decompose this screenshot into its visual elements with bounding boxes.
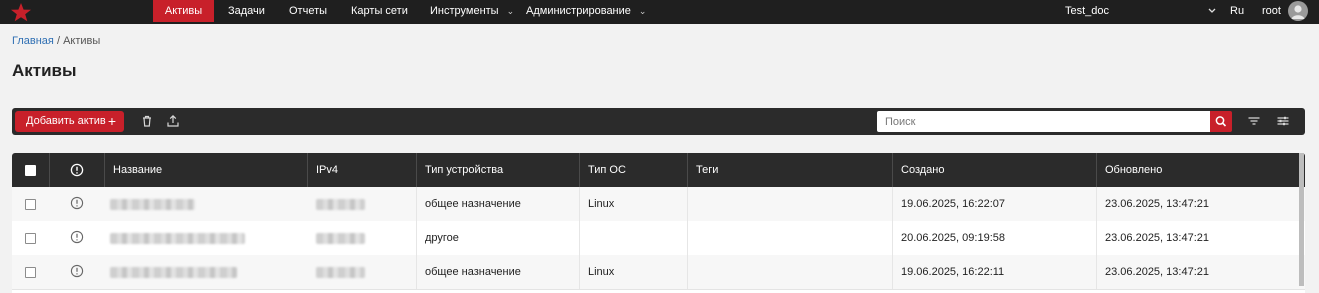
row-ipv4-cell <box>307 187 416 221</box>
row-os-cell: Linux <box>579 255 687 289</box>
user-avatar-icon <box>1291 5 1305 19</box>
page-title: Активы <box>12 61 77 80</box>
trash-icon[interactable] <box>140 114 154 128</box>
breadcrumb-current: Активы <box>63 35 101 47</box>
search-button[interactable] <box>1210 111 1232 132</box>
redacted-ip <box>316 199 365 210</box>
filter-icon[interactable] <box>1247 114 1261 128</box>
star-logo-icon[interactable] <box>10 2 32 22</box>
table-row[interactable]: другое 20.06.2025, 09:19:58 23.06.2025, … <box>12 221 1305 256</box>
chevron-down-icon: ⌄ <box>638 6 647 16</box>
row-device-type-cell: общее назначение <box>416 255 579 289</box>
column-header-status[interactable] <box>49 153 104 187</box>
add-asset-button[interactable]: Добавить актив + <box>15 111 124 132</box>
nav-item-reports[interactable]: Отчеты <box>289 0 327 22</box>
table-header: Название IPv4 Тип устройства Тип ОС Теги… <box>12 153 1305 187</box>
nav-item-label: Карты сети <box>351 5 408 17</box>
row-ipv4-cell <box>307 255 416 289</box>
column-header-device-type[interactable]: Тип устройства <box>416 153 579 187</box>
row-created-cell: 19.06.2025, 16:22:07 <box>892 187 1096 221</box>
add-asset-label: Добавить актив <box>26 115 106 127</box>
plus-icon: + <box>107 113 116 129</box>
column-header-ipv4[interactable]: IPv4 <box>307 153 416 187</box>
row-checkbox[interactable] <box>25 199 36 210</box>
redacted-ip <box>316 267 365 278</box>
alert-circle-icon <box>70 264 84 278</box>
redacted-name <box>110 233 245 244</box>
breadcrumb-home-link[interactable]: Главная <box>12 35 54 47</box>
row-tags-cell <box>687 255 892 289</box>
alert-circle-icon <box>70 163 84 177</box>
redacted-name <box>110 199 195 210</box>
search-icon <box>1215 116 1227 127</box>
nav-item-label: Отчеты <box>289 5 328 17</box>
row-updated-cell: 23.06.2025, 13:47:21 <box>1096 221 1305 255</box>
breadcrumb: Главная / Активы <box>12 35 100 47</box>
chevron-down-icon: ⌄ <box>506 6 515 16</box>
column-header-tags[interactable]: Теги <box>687 153 892 187</box>
row-os-cell: Linux <box>579 187 687 221</box>
row-status-cell <box>49 255 104 289</box>
row-name-cell[interactable] <box>104 221 307 255</box>
table-row[interactable]: общее назначение Linux 19.06.2025, 16:22… <box>12 187 1305 222</box>
column-header-updated[interactable]: Обновлено <box>1096 153 1305 187</box>
row-os-cell <box>579 221 687 255</box>
top-nav-bar: Активы Задачи Отчеты Карты сети Инструме… <box>0 0 1319 24</box>
nav-item-administration[interactable]: Администрирование ⌄ <box>526 0 646 22</box>
alert-circle-icon <box>70 196 84 210</box>
nav-item-network-maps[interactable]: Карты сети <box>351 0 408 22</box>
alert-circle-icon <box>70 230 84 244</box>
row-created-cell: 19.06.2025, 16:22:11 <box>892 255 1096 289</box>
nav-item-label: Инструменты <box>430 5 499 17</box>
table-row[interactable]: общее назначение Linux 19.06.2025, 16:22… <box>12 255 1305 290</box>
row-select-cell <box>12 187 49 221</box>
nav-item-label: Задачи <box>228 5 265 17</box>
column-header-os-type[interactable]: Тип ОС <box>579 153 687 187</box>
nav-item-tasks[interactable]: Задачи <box>228 0 265 22</box>
chevron-down-icon[interactable] <box>1207 0 1217 22</box>
redacted-name <box>110 267 237 278</box>
breadcrumb-separator: / <box>56 35 60 47</box>
row-name-cell[interactable] <box>104 255 307 289</box>
row-checkbox[interactable] <box>25 233 36 244</box>
row-created-cell: 20.06.2025, 09:19:58 <box>892 221 1096 255</box>
row-status-cell <box>49 221 104 255</box>
select-all-checkbox[interactable] <box>25 165 36 176</box>
redacted-ip <box>316 233 365 244</box>
search-input[interactable] <box>877 111 1210 132</box>
row-select-cell <box>12 221 49 255</box>
row-checkbox[interactable] <box>25 267 36 278</box>
nav-item-label: Активы <box>164 5 203 17</box>
column-header-name[interactable]: Название <box>104 153 307 187</box>
upload-icon[interactable] <box>166 114 180 128</box>
assets-table: Название IPv4 Тип устройства Тип ОС Теги… <box>12 153 1305 293</box>
user-name[interactable]: root <box>1262 0 1281 22</box>
language-selector[interactable]: Ru <box>1230 0 1244 22</box>
nav-item-label: Администрирование <box>526 5 631 17</box>
nav-item-tools[interactable]: Инструменты ⌄ <box>430 0 514 22</box>
row-status-cell <box>49 187 104 221</box>
row-ipv4-cell <box>307 221 416 255</box>
row-tags-cell <box>687 187 892 221</box>
column-header-select <box>12 153 49 187</box>
table-scrollbar[interactable] <box>1299 153 1304 286</box>
row-device-type-cell: общее назначение <box>416 187 579 221</box>
nav-item-assets[interactable]: Активы <box>153 0 214 22</box>
settings-sliders-icon[interactable] <box>1276 114 1290 128</box>
row-select-cell <box>12 255 49 289</box>
row-updated-cell: 23.06.2025, 13:47:21 <box>1096 255 1305 289</box>
row-tags-cell <box>687 221 892 255</box>
column-header-created[interactable]: Создано <box>892 153 1096 187</box>
avatar[interactable] <box>1288 1 1308 21</box>
row-updated-cell: 23.06.2025, 13:47:21 <box>1096 187 1305 221</box>
assets-toolbar: Добавить актив + <box>12 108 1305 135</box>
row-name-cell[interactable] <box>104 187 307 221</box>
tenant-selector[interactable]: Test_doc <box>1065 0 1109 22</box>
row-device-type-cell: другое <box>416 221 579 255</box>
